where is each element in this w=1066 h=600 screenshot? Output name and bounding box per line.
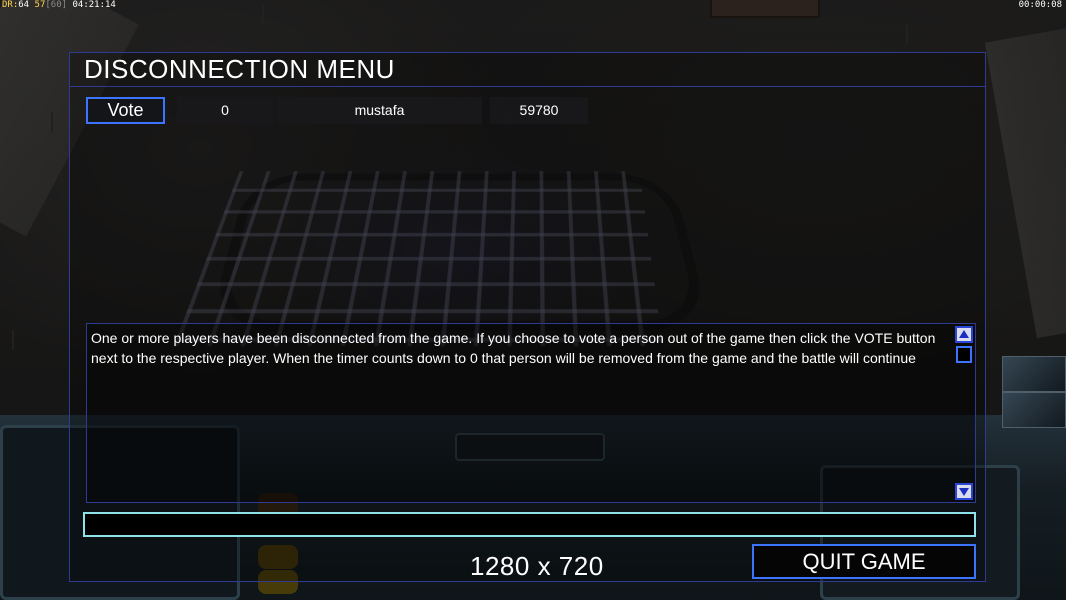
vote-button[interactable]: Vote [86, 97, 165, 124]
disconnect-message: One or more players have been disconnect… [91, 330, 936, 366]
scroll-thumb[interactable] [956, 346, 972, 363]
fps-cap: [60] [45, 0, 68, 10]
fps-value: 64 [18, 0, 30, 10]
fps-label: DR: [2, 0, 19, 10]
disconnection-dialog: DISCONNECTION MENU Vote 0 mustafa 59780 … [69, 52, 986, 582]
vote-timer: 0 [177, 97, 273, 124]
dialog-title: DISCONNECTION MENU [84, 54, 395, 84]
resolution-label: 1280 x 720 [470, 551, 604, 581]
chat-input[interactable] [83, 512, 976, 537]
title-divider [70, 86, 985, 87]
quit-game-button[interactable]: QUIT GAME [752, 544, 976, 579]
scroll-up-button[interactable] [955, 326, 973, 343]
player-row: Vote 0 mustafa 59780 [86, 97, 606, 124]
arrow-up-icon [959, 330, 969, 338]
message-box: One or more players have been disconnect… [86, 323, 976, 503]
player-name: mustafa [277, 97, 482, 124]
game-time: 04:21:14 [72, 0, 116, 10]
arrow-down-icon [959, 488, 969, 496]
elapsed-time: 00:00:08 [1018, 0, 1062, 10]
net-value: 57 [34, 0, 46, 10]
scroll-down-button[interactable] [955, 483, 973, 500]
player-ping: 59780 [490, 97, 588, 124]
performance-readout: DR:64 57[60] 04:21:14 [2, 0, 116, 10]
message-scrollbar[interactable] [955, 326, 973, 500]
